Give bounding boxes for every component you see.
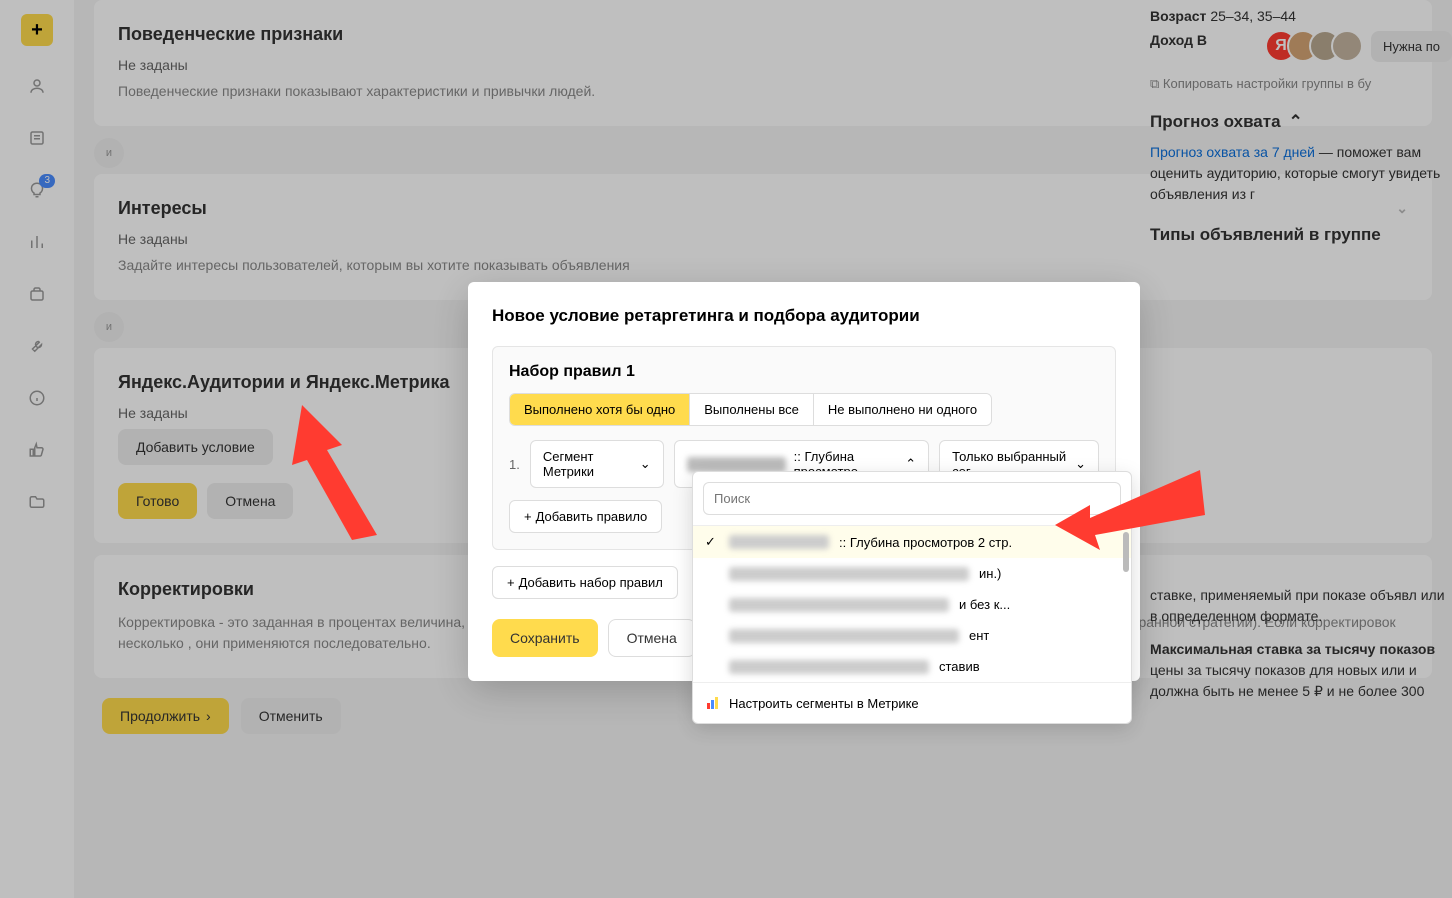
- plus-icon: +: [507, 575, 515, 590]
- check-icon: ✓: [705, 534, 719, 550]
- mode-none-button[interactable]: Не выполнено ни одного: [813, 394, 991, 425]
- rule-mode-segmented: Выполнено хотя бы одно Выполнены все Не …: [509, 393, 992, 426]
- dropdown-item[interactable]: ент: [693, 620, 1131, 651]
- ruleset-title: Набор правил 1: [509, 363, 1099, 381]
- dropdown-item[interactable]: ставив: [693, 651, 1131, 682]
- rule-number: 1.: [509, 457, 520, 472]
- add-ruleset-button[interactable]: +Добавить набор правил: [492, 566, 678, 599]
- mode-any-button[interactable]: Выполнено хотя бы одно: [510, 394, 689, 425]
- dropdown-item[interactable]: и без к...: [693, 589, 1131, 620]
- chevron-up-icon: ⌃: [905, 456, 916, 472]
- chevron-down-icon: ⌄: [640, 456, 651, 472]
- modal-title: Новое условие ретаргетинга и подбора ауд…: [492, 306, 1116, 326]
- annotation-arrow-1: [282, 395, 422, 555]
- configure-segments-link[interactable]: Настроить сегменты в Метрике: [693, 682, 1131, 723]
- modal-cancel-button[interactable]: Отмена: [608, 619, 696, 657]
- mode-all-button[interactable]: Выполнены все: [689, 394, 813, 425]
- metrica-icon: [705, 695, 721, 711]
- segment-type-select[interactable]: Сегмент Метрики⌄: [530, 440, 664, 488]
- dropdown-item[interactable]: ин.): [693, 558, 1131, 589]
- plus-icon: +: [524, 509, 532, 524]
- save-button[interactable]: Сохранить: [492, 619, 598, 657]
- add-rule-button[interactable]: +Добавить правило: [509, 500, 662, 533]
- annotation-arrow-2: [1050, 460, 1210, 550]
